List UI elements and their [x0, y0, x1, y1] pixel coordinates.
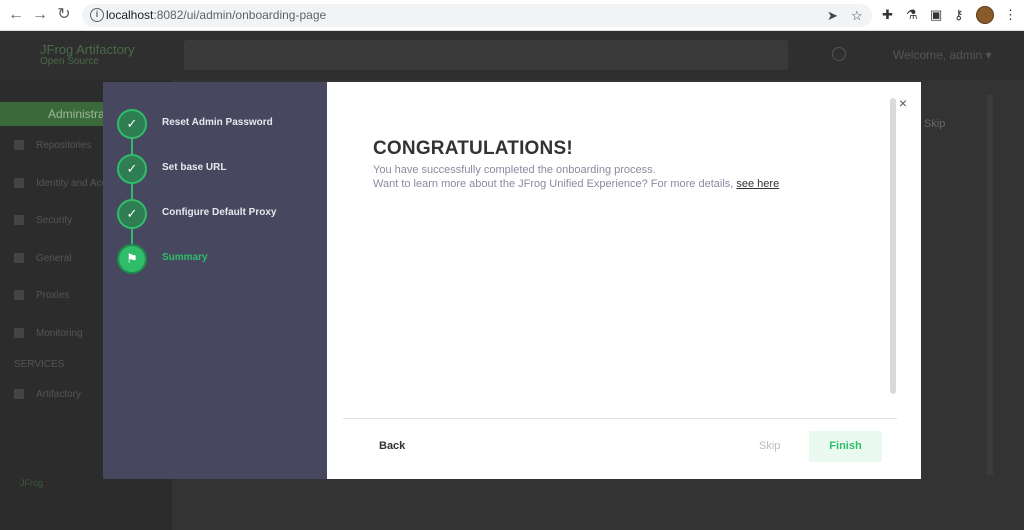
onboarding-modal: ✓ Reset Admin Password ✓ Set base URL ✓ …	[103, 82, 921, 479]
step-label: Reset Admin Password	[162, 117, 273, 128]
app-header: JFrog Artifactory Open Source Welcome, a…	[0, 31, 1024, 80]
back-button[interactable]: Back	[379, 440, 405, 452]
extensions-icon[interactable]: ✚	[882, 7, 893, 23]
flask-icon[interactable]: ⚗	[906, 7, 918, 23]
sidebar-section-services: SERVICES	[14, 359, 65, 370]
sidebar-item-repositories: Repositories	[14, 140, 92, 151]
split-view-icon[interactable]: ▣	[930, 7, 942, 23]
sidebar-footer-logo: JFrog	[20, 478, 44, 488]
step-summary: ⚑ Summary	[117, 244, 317, 276]
logo-subtitle: Open Source	[40, 56, 99, 67]
background-skip-text: Skip	[924, 118, 946, 130]
browser-menu-icon[interactable]: ⋮	[1004, 7, 1017, 23]
sidebar-item-general: General	[14, 253, 72, 264]
check-icon: ✓	[117, 199, 147, 229]
footer-divider	[343, 418, 897, 419]
url-path: :8082/ui/admin/onboarding-page	[153, 8, 327, 22]
onboarding-content: × CONGRATULATIONS! You have successfully…	[327, 82, 921, 479]
onboarding-stepper: ✓ Reset Admin Password ✓ Set base URL ✓ …	[103, 82, 327, 479]
page-title: CONGRATULATIONS!	[373, 138, 573, 159]
stepper-connector-line	[131, 124, 133, 260]
step-reset-admin-password: ✓ Reset Admin Password	[117, 109, 317, 141]
step-label: Configure Default Proxy	[162, 207, 277, 218]
send-icon[interactable]: ➤	[827, 8, 838, 24]
step-label: Summary	[162, 252, 208, 263]
step-label: Set base URL	[162, 162, 227, 173]
success-message: You have successfully completed the onbo…	[373, 164, 656, 176]
check-icon: ✓	[117, 109, 147, 139]
url-text[interactable]: localhost:8082/ui/admin/onboarding-page	[106, 8, 326, 22]
check-icon: ✓	[117, 154, 147, 184]
profile-avatar[interactable]	[976, 6, 994, 24]
step-set-base-url: ✓ Set base URL	[117, 154, 317, 186]
bookmark-star-icon[interactable]: ☆	[851, 8, 863, 24]
app-search-bar	[184, 40, 788, 70]
content-scrollbar[interactable]	[890, 98, 896, 394]
back-arrow-icon[interactable]: ←	[6, 5, 26, 25]
finish-button[interactable]: Finish	[809, 431, 882, 462]
address-bar[interactable]: i localhost:8082/ui/admin/onboarding-pag…	[82, 4, 872, 27]
learn-more-message: Want to learn more about the JFrog Unifi…	[373, 178, 779, 190]
flag-icon: ⚑	[117, 244, 147, 274]
welcome-user: Welcome, admin ▾	[893, 48, 992, 62]
learn-more-text: Want to learn more about the JFrog Unifi…	[373, 178, 737, 190]
help-icon	[832, 47, 846, 61]
step-configure-default-proxy: ✓ Configure Default Proxy	[117, 199, 317, 231]
sidebar-item-artifactory: Artifactory	[14, 389, 81, 400]
see-here-link[interactable]: see here	[736, 178, 779, 190]
skip-button[interactable]: Skip	[759, 440, 780, 452]
forward-arrow-icon[interactable]: →	[30, 5, 50, 25]
sidebar-item-security: Security	[14, 215, 72, 226]
reload-icon[interactable]: ↻	[54, 5, 74, 25]
sidebar-item-monitoring: Monitoring	[14, 328, 83, 339]
site-info-icon[interactable]: i	[90, 8, 104, 22]
browser-toolbar: ← → ↻ i localhost:8082/ui/admin/onboardi…	[0, 0, 1024, 31]
key-icon[interactable]: ⚷	[954, 7, 964, 23]
background-scrollbar	[987, 95, 993, 475]
logo-wordmark: JFrog Artifactory	[40, 42, 135, 57]
sidebar-item-proxies: Proxies	[14, 290, 69, 301]
url-host: localhost	[106, 8, 154, 22]
close-icon[interactable]: ×	[896, 96, 910, 110]
